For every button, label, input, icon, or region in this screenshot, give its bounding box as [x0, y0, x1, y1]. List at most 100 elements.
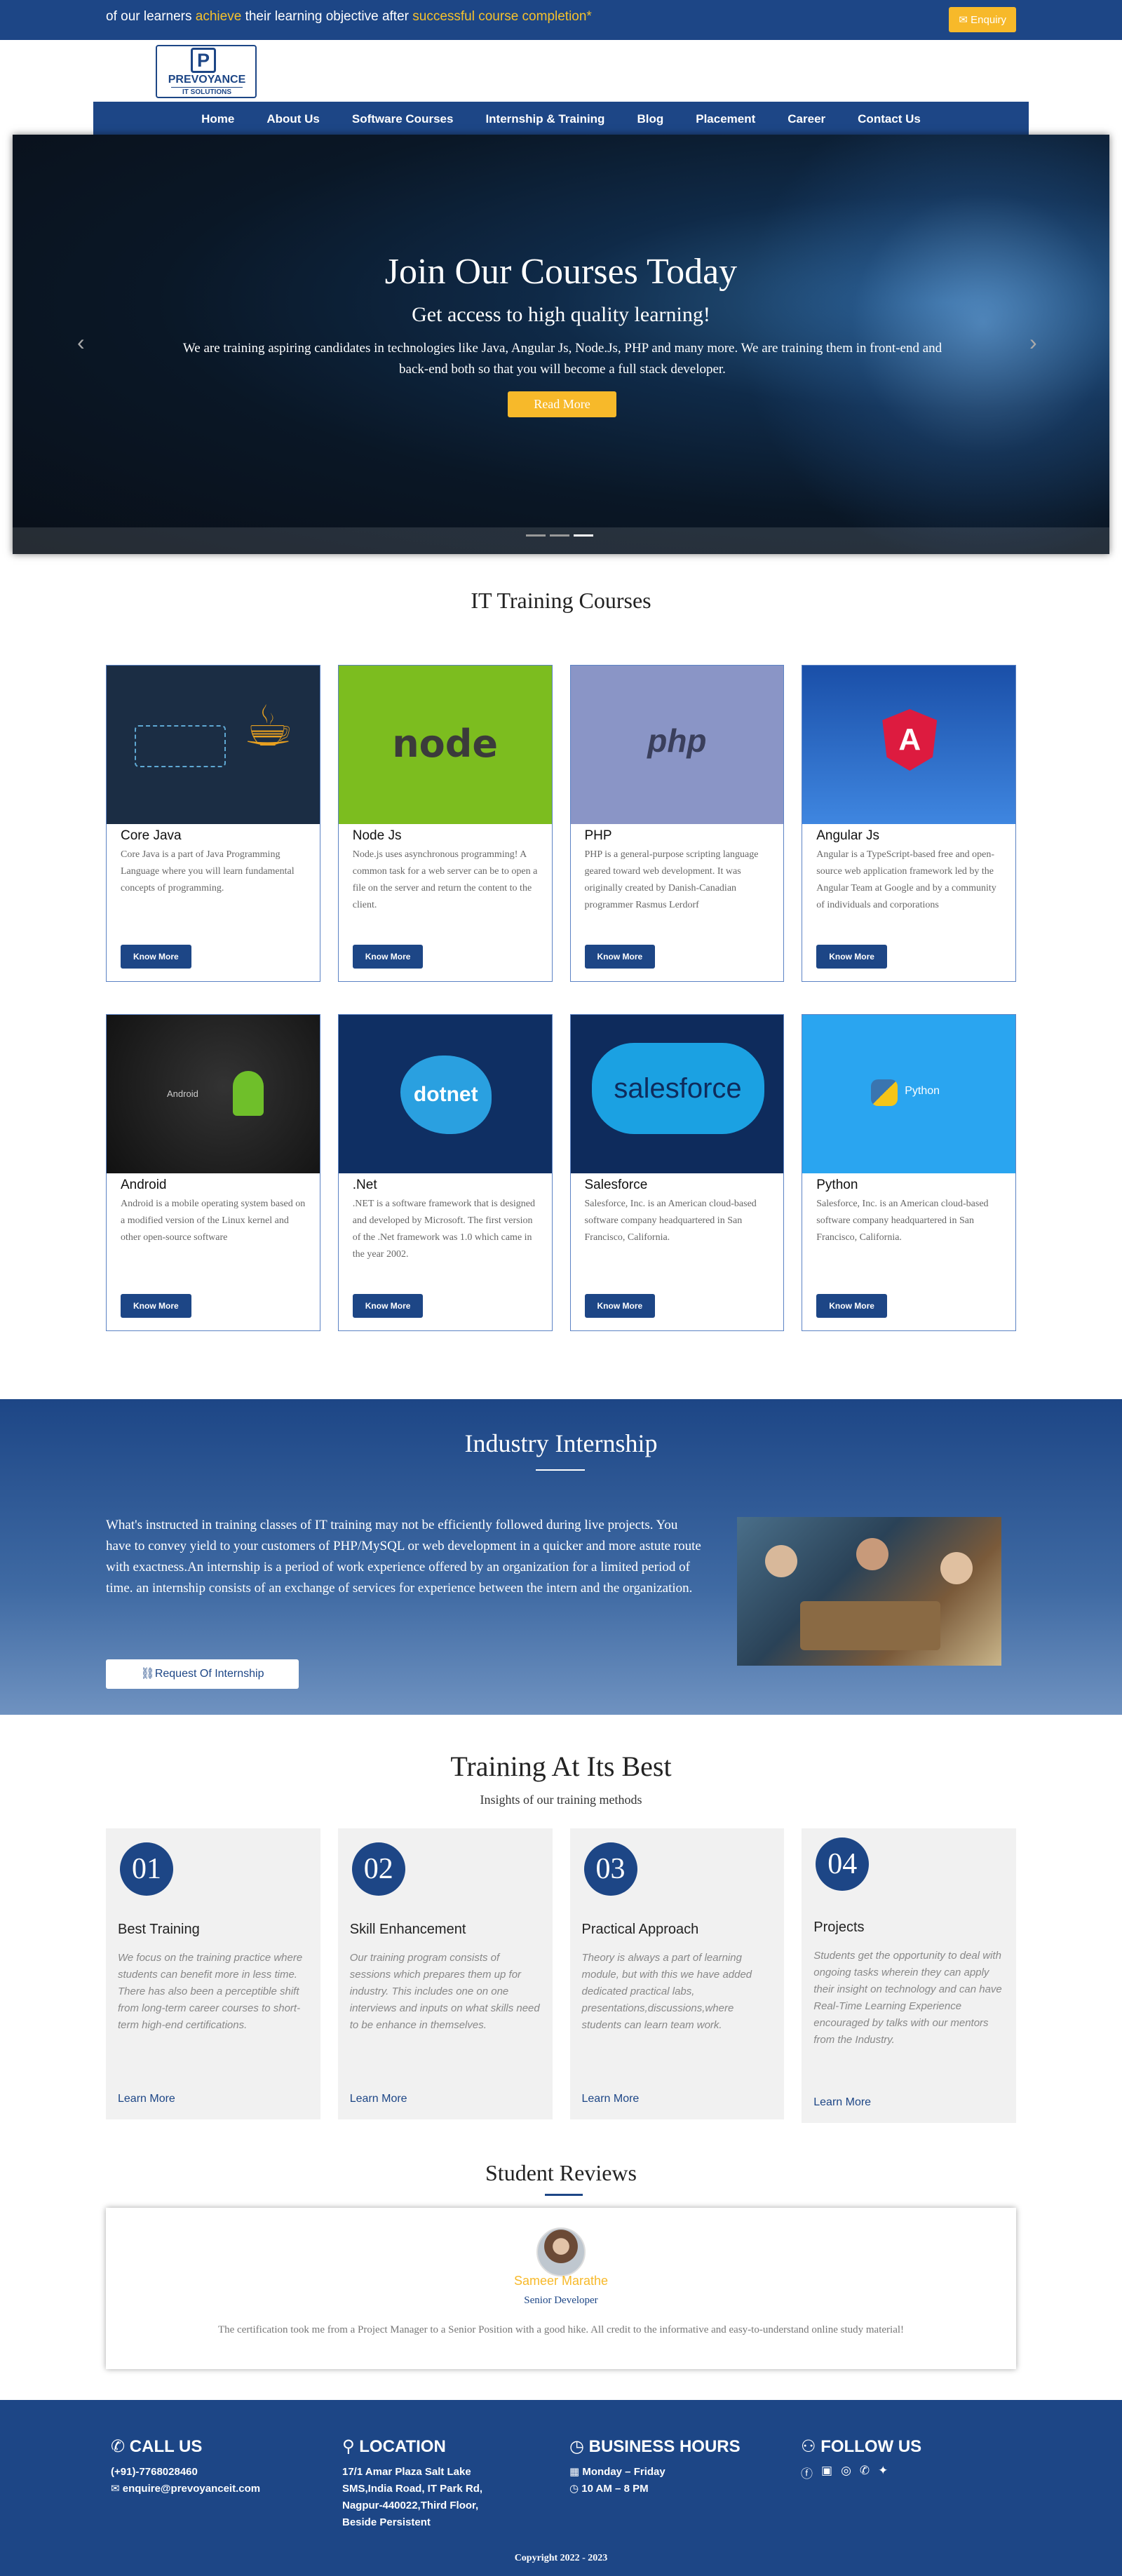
title-underline — [545, 2194, 583, 2196]
course-description: Node.js uses asynchronous programming! A… — [352, 849, 538, 910]
email-link[interactable]: enquire@prevoyanceit.com — [123, 2483, 260, 2495]
envelope-icon: ✉ — [111, 2483, 123, 2495]
carousel-next-icon[interactable]: › — [1029, 330, 1037, 356]
course-description: .NET is a software framework that is des… — [352, 1199, 535, 1260]
person-shape — [856, 1538, 888, 1570]
know-more-button[interactable]: Know More — [352, 945, 424, 969]
top-bar-message: of our learners achieve their learning o… — [106, 9, 592, 25]
hero-carousel: Join Our Courses Today Get access to hig… — [13, 135, 1109, 554]
footer-heading: BUSINESS HOURS — [588, 2437, 741, 2456]
course-card-java: ☕ Core Java Core Java is a part of Java … — [106, 665, 320, 982]
site-logo[interactable]: P PREVOYANCE IT SOLUTIONS — [156, 45, 257, 98]
feature-title: Projects — [813, 1920, 865, 1935]
course-title: Node Js — [352, 828, 402, 843]
carousel-indicator-active[interactable] — [574, 534, 593, 537]
carousel-indicator[interactable] — [550, 534, 569, 537]
calendar-icon: ▦ — [569, 2466, 583, 2478]
internship-photo — [737, 1517, 1001, 1666]
feature-description: Our training program consists of session… — [349, 1952, 540, 2031]
footer-location: ⚲ LOCATION 17/1 Amar Plaza Salt Lake SMS… — [342, 2436, 482, 2531]
salesforce-logo: salesforce — [591, 1043, 764, 1134]
course-card-angular: A Angular Js Angular is a TypeScript-bas… — [802, 665, 1016, 982]
hero-title: Join Our Courses Today — [384, 252, 738, 292]
carousel-prev-icon[interactable]: ‹ — [77, 330, 85, 356]
nodejs-logo: node — [392, 722, 499, 766]
linkedin-icon[interactable]: ▣ — [821, 2464, 832, 2481]
request-internship-button[interactable]: ⛓Request Of Internship — [106, 1659, 299, 1689]
course-card-php: php PHP PHP is a general-purpose scripti… — [569, 665, 785, 982]
carousel-indicator[interactable] — [526, 534, 546, 537]
learn-more-link[interactable]: Learn More — [582, 2093, 640, 2105]
course-image: ☕ — [107, 666, 320, 824]
nav-home[interactable]: Home — [201, 112, 234, 126]
carousel-footer-bar — [13, 527, 1109, 554]
course-title: PHP — [584, 828, 612, 843]
twitter-icon[interactable]: ✦ — [878, 2464, 888, 2481]
clock-icon: ◷ — [569, 2437, 589, 2456]
feature-title: Skill Enhancement — [349, 1922, 466, 1937]
title-underline — [536, 1469, 585, 1471]
msg-highlight: successful course completion* — [412, 9, 592, 24]
nav-software-courses[interactable]: Software Courses — [352, 112, 454, 126]
course-title: Core Java — [121, 828, 182, 843]
read-more-button[interactable]: Read More — [508, 391, 616, 417]
course-image: node — [338, 666, 552, 824]
nav-about[interactable]: About Us — [266, 112, 320, 126]
logo-name: PREVOYANCE — [168, 74, 246, 86]
know-more-button[interactable]: Know More — [584, 945, 656, 969]
logo-mark: P — [191, 48, 216, 73]
course-title: Salesforce — [584, 1178, 648, 1192]
courses-title: IT Training Courses — [471, 588, 651, 613]
course-title: Android — [121, 1178, 167, 1192]
feature-card: 03 Practical Approach Theory is always a… — [569, 1828, 785, 2119]
feature-description: Students get the opportunity to deal wit… — [813, 1950, 1002, 2046]
angular-logo: A — [882, 709, 938, 771]
top-bar: of our learners achieve their learning o… — [0, 0, 1122, 40]
phone-link[interactable]: (+91)-7768028460 — [111, 2464, 260, 2481]
know-more-button[interactable]: Know More — [121, 945, 191, 969]
nav-blog[interactable]: Blog — [637, 112, 663, 126]
feature-card: 04 Projects Students get the opportunity… — [802, 1828, 1016, 2123]
course-card-dotnet: dotnet .Net .NET is a software framework… — [337, 1014, 553, 1331]
nav-internship[interactable]: Internship & Training — [485, 112, 604, 126]
person-shape — [765, 1545, 797, 1577]
course-description: Salesforce, Inc. is an American cloud-ba… — [816, 1199, 989, 1243]
course-image: dotnet — [338, 1015, 552, 1173]
course-description: Salesforce, Inc. is an American cloud-ba… — [584, 1199, 757, 1243]
know-more-button[interactable]: Know More — [584, 1294, 656, 1318]
whatsapp-icon[interactable]: ✆ — [860, 2464, 870, 2481]
map-pin-icon: ⚲ — [342, 2437, 360, 2456]
know-more-button[interactable]: Know More — [121, 1294, 191, 1318]
python-label: Python — [905, 1085, 940, 1097]
learn-more-link[interactable]: Learn More — [350, 2093, 407, 2105]
course-description: Angular is a TypeScript-based free and o… — [816, 849, 996, 910]
course-image: A — [802, 666, 1015, 824]
enquiry-button[interactable]: ✉ Enquiry — [949, 7, 1016, 32]
footer-heading: FOLLOW US — [820, 2437, 922, 2456]
feature-number: 04 — [816, 1837, 870, 1891]
feature-description: Theory is always a part of learning modu… — [581, 1952, 752, 2031]
feature-card: 02 Skill Enhancement Our training progra… — [337, 1828, 553, 2119]
nav-career[interactable]: Career — [788, 112, 825, 126]
instagram-icon[interactable]: ◎ — [841, 2464, 851, 2481]
people-icon: ⚇ — [801, 2437, 821, 2456]
hero-text: We are training aspiring candidates in t… — [182, 341, 942, 377]
network-diagram-icon — [135, 725, 226, 767]
learn-more-link[interactable]: Learn More — [813, 2096, 871, 2109]
nav-placement[interactable]: Placement — [696, 112, 755, 126]
clock-icon: ◷ — [569, 2483, 582, 2495]
facebook-icon[interactable]: ⓕ — [801, 2464, 813, 2481]
know-more-button[interactable]: Know More — [816, 1294, 887, 1318]
know-more-button[interactable]: Know More — [816, 945, 887, 969]
feature-number: 02 — [351, 1842, 405, 1896]
python-logo-icon — [871, 1079, 898, 1106]
features-row: 01 Best Training We focus on the trainin… — [106, 1828, 1016, 2123]
learn-more-link[interactable]: Learn More — [118, 2093, 175, 2105]
address-line: Beside Persistent — [342, 2516, 431, 2528]
person-shape — [940, 1552, 973, 1584]
know-more-button[interactable]: Know More — [352, 1294, 424, 1318]
nav-contact[interactable]: Contact Us — [858, 112, 921, 126]
table-shape — [800, 1601, 940, 1650]
course-title: .Net — [352, 1178, 377, 1192]
course-description: PHP is a general-purpose scripting langu… — [584, 849, 759, 910]
